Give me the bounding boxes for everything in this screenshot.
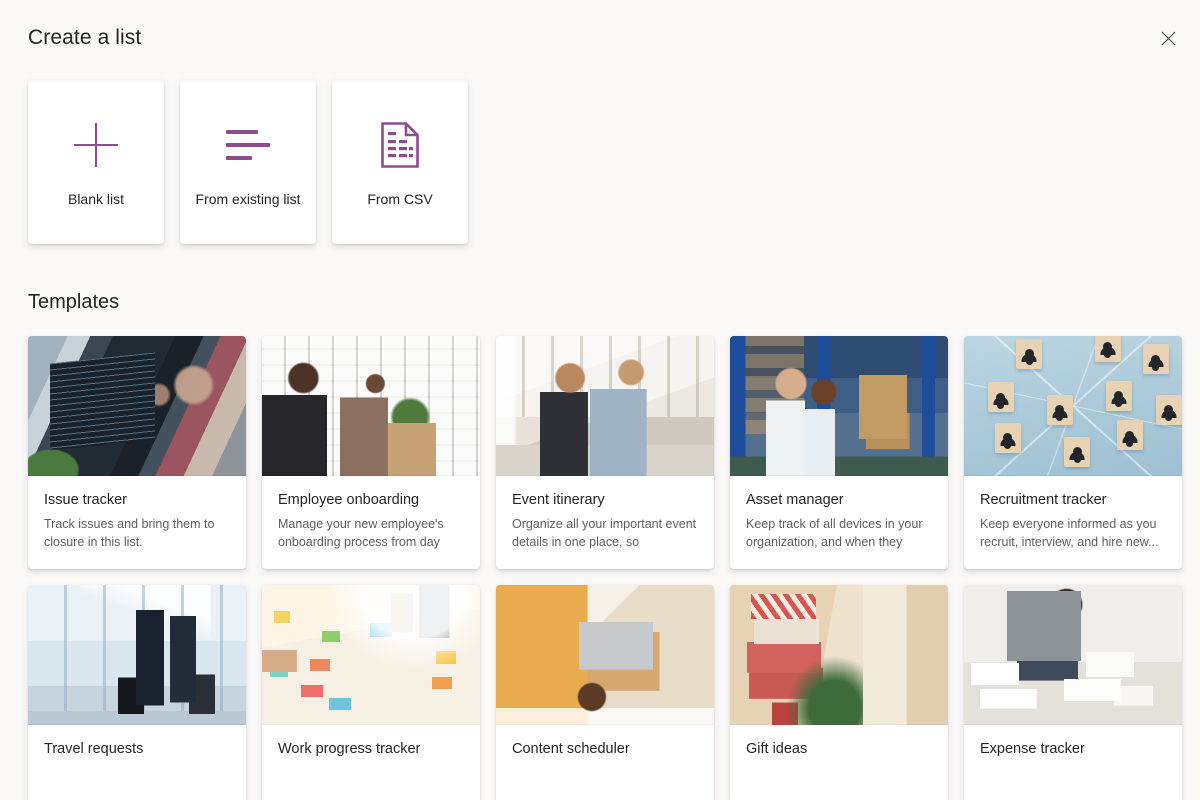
template-card-recruitment-tracker[interactable]: Recruitment tracker Keep everyone inform…	[964, 336, 1182, 569]
create-option-label: From existing list	[195, 191, 301, 207]
plus-icon	[74, 115, 118, 175]
template-description: Track issues and bring them to closure i…	[44, 517, 215, 549]
template-thumbnail	[496, 585, 714, 725]
template-thumbnail	[496, 336, 714, 476]
create-option-from-csv[interactable]: From CSV	[332, 80, 468, 244]
template-card-gift-ideas[interactable]: Gift ideas	[730, 585, 948, 800]
close-button[interactable]	[1152, 22, 1184, 54]
template-description: Organize all your important event detail…	[512, 517, 697, 549]
template-description: Keep track of all devices in your organi…	[746, 517, 923, 549]
template-card-content-scheduler[interactable]: Content scheduler	[496, 585, 714, 800]
person-block-icons	[964, 336, 1182, 476]
template-title: Asset manager	[746, 492, 844, 508]
create-option-blank-list[interactable]: Blank list	[28, 80, 164, 244]
templates-grid: Issue tracker Track issues and bring the…	[0, 336, 1200, 800]
create-option-from-existing-list[interactable]: From existing list	[180, 80, 316, 244]
template-card-employee-onboarding[interactable]: Employee onboarding Manage your new empl…	[262, 336, 480, 569]
create-options-row: Blank list From existing list From CSV	[0, 80, 1200, 244]
create-option-label: Blank list	[67, 191, 125, 207]
template-title: Employee onboarding	[278, 492, 420, 508]
template-title: Travel requests	[44, 741, 144, 757]
template-description: Manage your new employee's onboarding pr…	[278, 517, 444, 549]
template-thumbnail	[262, 336, 480, 476]
template-title: Work progress tracker	[278, 741, 421, 757]
template-title: Event itinerary	[512, 492, 605, 508]
template-thumbnail	[964, 585, 1182, 725]
template-title: Recruitment tracker	[980, 492, 1107, 508]
template-title: Issue tracker	[44, 492, 127, 508]
dialog-header: Create a list	[0, 0, 1200, 76]
template-thumbnail	[964, 336, 1182, 476]
csv-document-icon	[380, 115, 420, 175]
template-title: Content scheduler	[512, 741, 630, 757]
template-thumbnail	[730, 336, 948, 476]
template-card-asset-manager[interactable]: Asset manager Keep track of all devices …	[730, 336, 948, 569]
template-thumbnail	[730, 585, 948, 725]
template-thumbnail	[28, 585, 246, 725]
template-title: Gift ideas	[746, 741, 808, 757]
template-title: Expense tracker	[980, 741, 1085, 757]
template-card-travel-requests[interactable]: Travel requests	[28, 585, 246, 800]
template-card-issue-tracker[interactable]: Issue tracker Track issues and bring the…	[28, 336, 246, 569]
template-card-work-progress-tracker[interactable]: Work progress tracker	[262, 585, 480, 800]
close-icon	[1161, 31, 1176, 46]
template-thumbnail	[262, 585, 480, 725]
create-option-label: From CSV	[367, 191, 433, 207]
template-card-event-itinerary[interactable]: Event itinerary Organize all your import…	[496, 336, 714, 569]
template-thumbnail	[28, 336, 246, 476]
list-lines-icon	[226, 115, 270, 175]
template-card-expense-tracker[interactable]: Expense tracker	[964, 585, 1182, 800]
page-title: Create a list	[28, 26, 142, 49]
template-description: Keep everyone informed as you recruit, i…	[980, 517, 1159, 549]
templates-heading: Templates	[28, 291, 120, 313]
